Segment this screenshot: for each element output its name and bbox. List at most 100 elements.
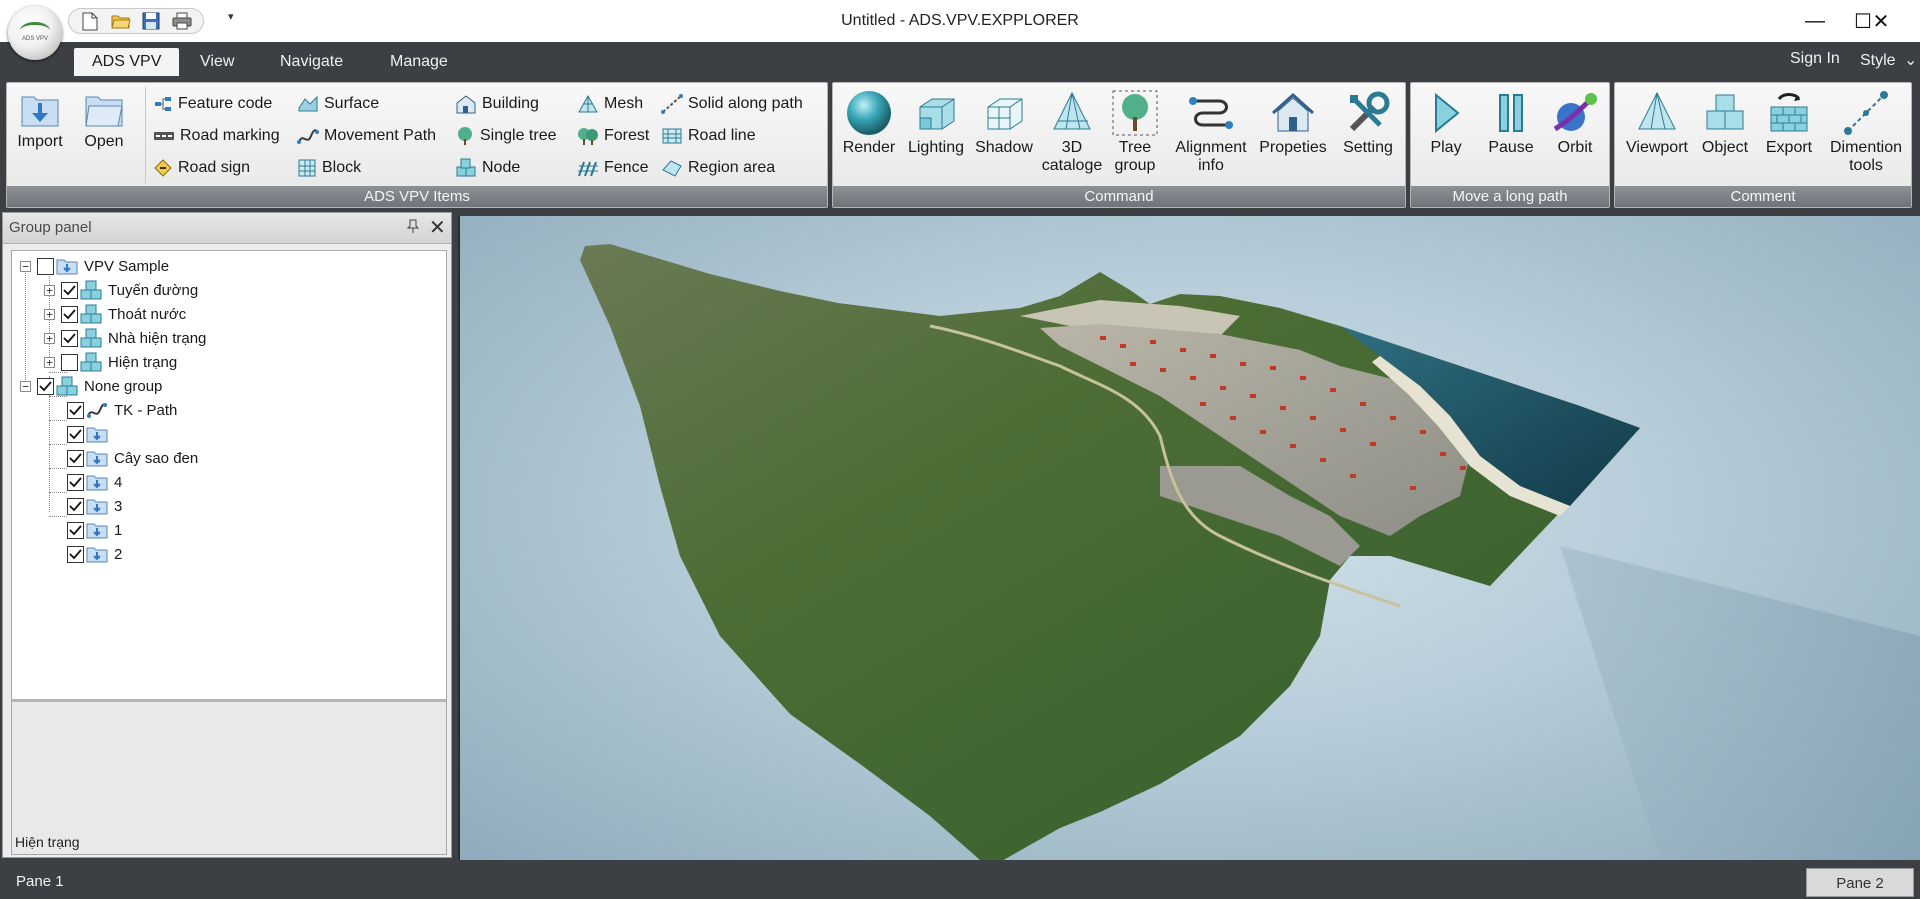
group-command: Render Lighting Shadow 3D cataloge Tree … [832, 82, 1406, 208]
node-checkbox[interactable] [67, 401, 84, 419]
shadow-button[interactable]: Shadow [971, 89, 1037, 157]
tab-navigate[interactable]: Navigate [262, 48, 361, 76]
node-checkbox[interactable] [61, 305, 78, 323]
expand-icon[interactable]: + [44, 332, 55, 344]
tree-node-hien-trang[interactable]: + Hiện trạng [44, 351, 177, 373]
tree-node-unnamed[interactable] [67, 423, 114, 445]
sign-in-link[interactable]: Sign In [1790, 50, 1840, 68]
tree-node-nha-hien-trang[interactable]: + Nhà hiện trạng [44, 327, 206, 349]
lighting-button[interactable]: Lighting [903, 89, 969, 157]
node-checkbox[interactable] [37, 377, 54, 395]
play-button[interactable]: Play [1423, 89, 1469, 157]
node-checkbox[interactable] [61, 329, 78, 347]
road-sign-button[interactable]: Road sign [153, 155, 250, 181]
pin-icon[interactable] [406, 219, 420, 236]
application-menu-button[interactable]: ADS VPV [8, 6, 62, 60]
render-sphere-icon [847, 91, 891, 135]
node-checkbox[interactable] [37, 257, 54, 275]
selected-item-label: Hiện trạng [15, 834, 80, 850]
tree-node-3[interactable]: 3 [67, 495, 122, 517]
node-checkbox[interactable] [61, 353, 78, 371]
render-button[interactable]: Render [839, 89, 899, 157]
group-ads-vpv-items: Import Open Feature code Road marking Ro… [6, 82, 828, 208]
mesh-button[interactable]: Mesh [577, 91, 643, 117]
tree-node-tk-path[interactable]: TK - Path [67, 399, 177, 421]
node-checkbox[interactable] [67, 473, 84, 491]
node-checkbox[interactable] [67, 425, 84, 443]
mesh-label: Mesh [604, 95, 644, 112]
solid-along-path-button[interactable]: Solid along path [661, 91, 803, 117]
export-button[interactable]: Export [1759, 89, 1819, 157]
collapse-icon[interactable]: − [20, 260, 31, 272]
alignment-info-button[interactable]: Alignment info [1171, 89, 1251, 175]
node-label: 2 [114, 545, 123, 563]
status-pane-2[interactable]: Pane 2 [1806, 868, 1914, 897]
road-marking-button[interactable]: Road marking [153, 123, 280, 149]
minimize-button[interactable]: — [1792, 4, 1838, 38]
propeties-button[interactable]: Propeties [1255, 89, 1331, 157]
tab-ads-vpv[interactable]: ADS VPV [74, 48, 180, 76]
tab-view[interactable]: View [182, 48, 252, 76]
node-checkbox[interactable] [67, 521, 84, 539]
window-title: Untitled - ADS.VPV.EXPPLORER [841, 12, 1079, 29]
tree-node-none-group[interactable]: − None group [20, 375, 162, 397]
expand-icon[interactable]: + [44, 284, 55, 296]
expand-icon[interactable]: + [44, 356, 55, 368]
close-window-button[interactable]: ✕ [1858, 4, 1904, 38]
dimension-icon [1844, 91, 1888, 135]
node-checkbox[interactable] [67, 497, 84, 515]
catalogue-label-2: cataloge [1041, 157, 1103, 174]
import-item-icon [86, 543, 110, 565]
expand-icon[interactable]: + [44, 308, 55, 320]
tree-node-4[interactable]: 4 [67, 471, 122, 493]
node-checkbox[interactable] [67, 449, 84, 467]
3d-catalogue-button[interactable]: 3D cataloge [1041, 89, 1103, 175]
tree-node-vpv-sample[interactable]: − VPV Sample [20, 255, 169, 277]
dimention-tools-button[interactable]: Dimention tools [1823, 89, 1909, 175]
road-line-icon [662, 128, 682, 144]
building-button[interactable]: Building [455, 91, 539, 117]
node-label: Cây sao đen [114, 449, 199, 467]
feature-code-button[interactable]: Feature code [153, 91, 272, 117]
panel-close-icon[interactable]: ✕ [429, 215, 446, 240]
tree-group-button[interactable]: Tree group [1107, 89, 1163, 175]
single-tree-button[interactable]: Single tree [455, 123, 557, 149]
feature-code-icon [155, 97, 171, 111]
3d-viewport[interactable] [458, 216, 1920, 860]
forest-label: Forest [604, 127, 650, 144]
collapse-icon[interactable]: − [20, 380, 31, 392]
group-label-path: Move a long path [1411, 186, 1609, 207]
import-button[interactable]: Import [17, 89, 63, 151]
group-label-command: Command [833, 186, 1405, 207]
pause-button[interactable]: Pause [1483, 89, 1539, 157]
open-button[interactable]: Open [81, 89, 127, 151]
node-button[interactable]: Node [455, 155, 520, 181]
block-button[interactable]: Block [297, 155, 361, 181]
object-button[interactable]: Object [1695, 89, 1755, 157]
tree-node-thoat-nuoc[interactable]: + Thoát nước [44, 303, 186, 325]
logo-text: ADS VPV [21, 36, 48, 42]
lighting-icon [919, 98, 955, 130]
group-panel-header: Group panel ✕ [3, 213, 451, 244]
fence-label: Fence [604, 159, 649, 176]
road-line-button[interactable]: Road line [661, 123, 756, 149]
node-checkbox[interactable] [67, 545, 84, 563]
tree-node-2[interactable]: 2 [67, 543, 122, 565]
tree-node-1[interactable]: 1 [67, 519, 122, 541]
viewport-button[interactable]: Viewport [1621, 89, 1693, 157]
fence-button[interactable]: Fence [577, 155, 648, 181]
node-checkbox[interactable] [61, 281, 78, 299]
surface-button[interactable]: Surface [297, 91, 379, 117]
tab-manage[interactable]: Manage [372, 48, 466, 76]
region-area-button[interactable]: Region area [661, 155, 775, 181]
style-menu[interactable]: Style ⌄ [1860, 50, 1917, 70]
import-item-icon [86, 519, 110, 541]
movement-path-button[interactable]: Movement Path [297, 123, 436, 149]
orbit-button[interactable]: Orbit [1549, 89, 1601, 157]
tree-node-cay-sao-den[interactable]: Cây sao đen [67, 447, 198, 469]
ribbon: Import Open Feature code Road marking Ro… [0, 76, 1920, 210]
tree-node-tuyen-duong[interactable]: + Tuyến đường [44, 279, 198, 301]
setting-button[interactable]: Setting [1335, 89, 1401, 157]
forest-button[interactable]: Forest [577, 123, 649, 149]
shadow-icon [987, 98, 1023, 130]
